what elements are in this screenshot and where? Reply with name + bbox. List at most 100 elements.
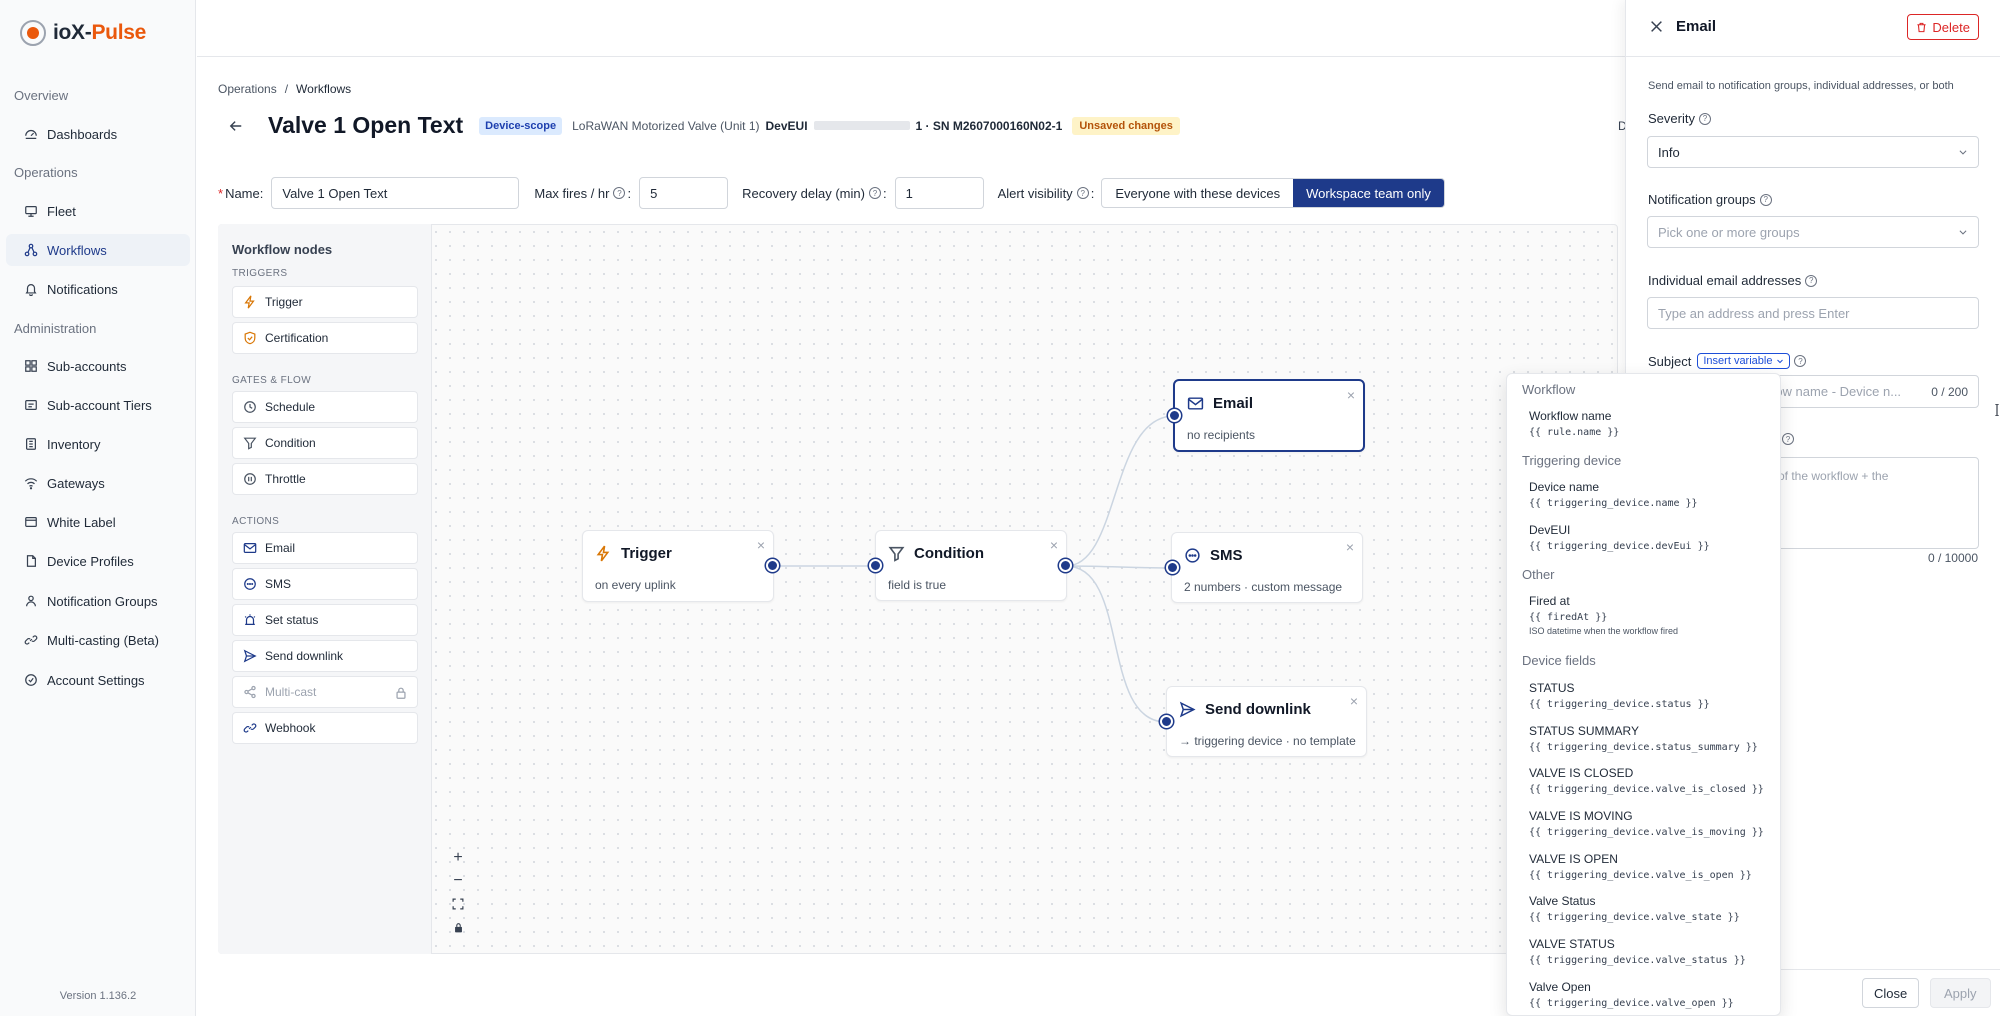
palette-item-webhook[interactable]: Webhook [232, 712, 418, 744]
help-icon[interactable]: ? [1698, 112, 1711, 125]
max-fires-input[interactable]: 5 [639, 177, 729, 209]
nav-section-administration: Administration [14, 321, 97, 336]
apply-button[interactable]: Apply [1930, 978, 1991, 1008]
sidebar-item-workflows[interactable]: Workflows [6, 234, 190, 266]
alert-visibility-label: Alert visibility [997, 185, 1073, 201]
port-downlink-in[interactable] [1160, 715, 1173, 728]
var-option-valve-is-closed[interactable]: VALVE IS CLOSED {{ triggering_device.val… [1507, 766, 1780, 795]
individual-emails-label: Individual email addresses? [1648, 273, 1819, 288]
insert-variable-button[interactable]: Insert variable [1697, 353, 1791, 369]
close-icon[interactable]: × [1347, 387, 1355, 403]
severity-select[interactable]: Info [1647, 136, 1979, 168]
var-option-status-summary[interactable]: STATUS SUMMARY {{ triggering_device.stat… [1507, 724, 1780, 753]
close-icon[interactable]: × [757, 537, 765, 553]
email-address-input[interactable]: Type an address and press Enter [1647, 297, 1979, 329]
sidebar-item-white-label[interactable]: White Label [6, 506, 190, 538]
sidebar-item-dashboards[interactable]: Dashboards [6, 118, 190, 150]
var-option-fired-at[interactable]: Fired at {{ firedAt }} ISO datetime when… [1507, 594, 1780, 636]
breadcrumb: Operations / Workflows [218, 82, 351, 96]
var-option-valve-is-open[interactable]: VALVE IS OPEN {{ triggering_device.valve… [1507, 852, 1780, 881]
palette-item-send-downlink[interactable]: Send downlink [232, 640, 418, 672]
var-option-device-name[interactable]: Device name {{ triggering_device.name }} [1507, 480, 1780, 509]
arrow-left-icon [229, 120, 242, 131]
node-sms[interactable]: SMS 2 numbers · custom message × [1171, 532, 1363, 603]
help-icon[interactable]: ? [868, 187, 881, 199]
delete-button[interactable]: Delete [1907, 14, 1979, 40]
help-icon[interactable]: ? [1782, 433, 1794, 445]
sidebar-item-notification-groups[interactable]: Notification Groups [6, 585, 190, 617]
var-option-valve-is-moving[interactable]: VALVE IS MOVING {{ triggering_device.val… [1507, 809, 1780, 838]
notification-groups-select[interactable]: Pick one or more groups [1647, 216, 1979, 248]
sidebar-item-account-settings[interactable]: Account Settings [6, 664, 190, 696]
panel-divider [1626, 56, 2000, 57]
fit-view-button[interactable] [446, 893, 470, 915]
severity-label: Severity? [1648, 111, 1713, 126]
zoom-out-button[interactable]: − [446, 870, 470, 892]
help-icon[interactable]: ? [1805, 274, 1818, 287]
subject-char-count: 0 / 200 [1931, 385, 1968, 399]
node-email-subtitle: no recipients [1187, 428, 1256, 442]
zoom-in-button[interactable]: + [446, 847, 470, 869]
recovery-delay-input[interactable]: 1 [894, 177, 984, 209]
var-option-workflow-name[interactable]: Workflow name {{ rule.name }} [1507, 409, 1780, 438]
var-option-valve-state[interactable]: Valve Status {{ triggering_device.valve_… [1507, 894, 1780, 923]
help-icon[interactable]: ? [1794, 355, 1807, 367]
visibility-option-workspace[interactable]: Workspace team only [1293, 179, 1444, 207]
sidebar-item-fleet[interactable]: Fleet [6, 195, 190, 227]
palette-item-schedule[interactable]: Schedule [232, 391, 418, 423]
page-title: Valve 1 Open Text [268, 112, 464, 138]
help-icon[interactable]: ? [1759, 193, 1772, 206]
help-icon[interactable]: ? [613, 187, 626, 199]
sidebar-item-multi-casting[interactable]: Multi-casting (Beta) [6, 624, 190, 656]
lightning-icon [596, 545, 610, 562]
breadcrumb-operations[interactable]: Operations [218, 82, 277, 96]
palette-item-certification[interactable]: Certification [232, 322, 418, 354]
port-trigger-out[interactable] [766, 559, 779, 572]
node-trigger-title: Trigger [595, 545, 672, 562]
var-option-valve-open[interactable]: Valve Open {{ triggering_device.valve_op… [1507, 980, 1780, 1009]
close-icon[interactable]: × [1350, 693, 1358, 709]
port-condition-in[interactable] [869, 559, 882, 572]
close-icon[interactable]: × [1050, 537, 1058, 553]
var-option-deveui[interactable]: DevEUI {{ triggering_device.devEui }} [1507, 523, 1780, 552]
palette-item-email[interactable]: Email [232, 532, 418, 564]
palette-item-multi-cast: Multi-cast [232, 676, 418, 708]
sidebar-item-gateways[interactable]: Gateways [6, 467, 190, 499]
breadcrumb-workflows[interactable]: Workflows [296, 82, 351, 96]
node-condition[interactable]: Condition field is true × [875, 530, 1067, 601]
back-button[interactable] [226, 116, 246, 136]
sidebar-item-sub-account-tiers[interactable]: Sub-account Tiers [6, 389, 190, 421]
link-icon [24, 635, 38, 645]
node-email[interactable]: Email no recipients × [1173, 379, 1365, 452]
palette-item-set-status[interactable]: Set status [232, 604, 418, 636]
palette-item-throttle[interactable]: Throttle [232, 463, 418, 495]
panel-title: Email [1676, 18, 1717, 35]
port-sms-in[interactable] [1166, 561, 1179, 574]
shield-check-icon [244, 331, 256, 345]
palette-item-sms[interactable]: SMS [232, 568, 418, 600]
node-send-downlink[interactable]: Send downlink → triggering device · no t… [1166, 686, 1367, 757]
visibility-option-everyone[interactable]: Everyone with these devices [1102, 179, 1293, 207]
sidebar-item-device-profiles[interactable]: Device Profiles [6, 545, 190, 577]
sidebar-item-sub-accounts[interactable]: Sub-accounts [6, 350, 190, 382]
var-option-valve-status[interactable]: VALVE STATUS {{ triggering_device.valve_… [1507, 937, 1780, 966]
sidebar-item-notifications[interactable]: Notifications [6, 273, 190, 305]
close-icon[interactable]: × [1346, 539, 1354, 555]
notification-groups-label: Notification groups? [1648, 192, 1774, 207]
port-condition-out[interactable] [1059, 559, 1072, 572]
bell-icon [25, 284, 37, 296]
var-option-status[interactable]: STATUS {{ triggering_device.status }} [1507, 681, 1780, 710]
lock-icon [396, 687, 406, 699]
sidebar-item-inventory[interactable]: Inventory [6, 428, 190, 460]
lock-canvas-button[interactable] [446, 916, 470, 938]
port-email-in[interactable] [1168, 409, 1181, 422]
node-trigger[interactable]: Trigger on every uplink × [582, 530, 774, 602]
close-button[interactable]: Close [1862, 978, 1920, 1008]
name-input[interactable]: Valve 1 Open Text [271, 177, 520, 209]
app-logo[interactable]: ioX-Pulse [20, 20, 146, 46]
palette-item-condition[interactable]: Condition [232, 427, 418, 459]
chat-icon [244, 578, 256, 590]
help-icon[interactable]: ? [1076, 187, 1089, 199]
close-icon[interactable] [1650, 16, 1663, 39]
palette-item-trigger[interactable]: Trigger [232, 286, 418, 318]
